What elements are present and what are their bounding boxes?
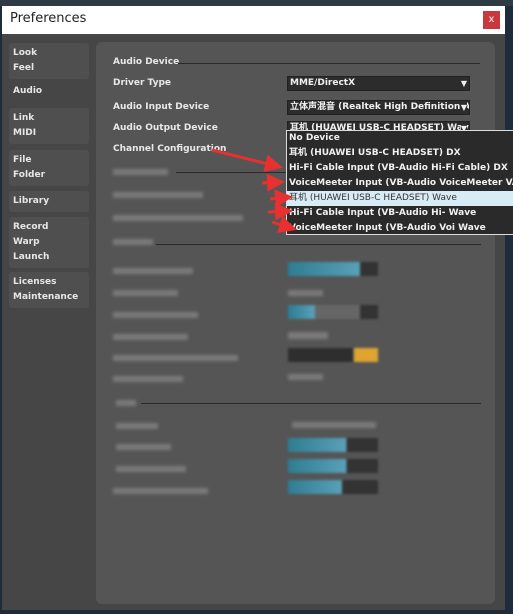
sidebar-tab-label: Folder [13, 170, 46, 180]
sidebar-tab-label: Launch [13, 252, 50, 262]
sidebar-tab-file[interactable]: File Folder [9, 150, 89, 186]
sidebar-tab-link[interactable]: Link MIDI [9, 108, 89, 144]
sidebar-tab-label: Record [13, 222, 49, 232]
redacted-label [113, 239, 153, 245]
audio-input-device-dropdown[interactable]: 立体声混音 (Realtek High Definition Au ▼ [287, 100, 470, 115]
divider [156, 244, 481, 245]
sidebar-tab-label: File [13, 155, 32, 165]
output-device-dropdown-list: No Device 耳机 (HUAWEI USB-C HEADSET) DX Hi-… [286, 130, 513, 235]
divider [141, 403, 481, 404]
redacted-label [113, 268, 193, 274]
title-bar: Preferences x [2, 6, 505, 34]
redacted-slider[interactable] [288, 438, 378, 452]
sidebar-tab-label: Feel [13, 63, 35, 73]
dropdown-value: MME/DirectX [290, 78, 356, 88]
redacted-value [288, 374, 323, 380]
sidebar-tab-record[interactable]: Record Warp Launch [9, 217, 89, 268]
sidebar-tab-licenses[interactable]: Licenses Maintenance [9, 272, 89, 308]
redacted-label [113, 290, 178, 296]
dropdown-option[interactable]: VoiceMeeter Input (VB-Audio Voi Wave [287, 221, 513, 236]
redacted-value [292, 422, 376, 428]
redacted-toggle[interactable] [354, 348, 378, 362]
redacted-label [113, 334, 188, 340]
section-title-audio-device: Audio Device [113, 57, 180, 67]
dropdown-option[interactable]: 耳机 (HUAWEI USB-C HEADSET) DX [287, 146, 513, 161]
close-button[interactable]: x [483, 11, 500, 29]
dropdown-option[interactable]: 耳机 (HUAWEI USB-C HEADSET) Wave [287, 191, 513, 206]
redacted-slider[interactable] [288, 262, 378, 276]
sidebar-tab-look[interactable]: Look Feel [9, 43, 89, 79]
sidebar-tab-label: Link [13, 113, 35, 123]
redacted-label [113, 355, 238, 361]
redacted-label [116, 423, 158, 429]
redacted-label [116, 444, 171, 450]
redacted-label [113, 169, 168, 175]
sidebar-tab-label: Library [13, 196, 50, 206]
driver-type-dropdown[interactable]: MME/DirectX ▼ [287, 76, 470, 91]
redacted-value [288, 290, 323, 296]
dropdown-option[interactable]: No Device [287, 131, 513, 146]
sidebar-tab-label: MIDI [13, 128, 37, 138]
driver-type-label: Driver Type [113, 78, 172, 88]
redacted-label [113, 312, 198, 318]
sidebar-tab-label: Licenses [13, 277, 57, 287]
redacted-value [288, 332, 328, 339]
redacted-slider[interactable] [288, 459, 378, 473]
redacted-label [113, 215, 243, 221]
dropdown-option[interactable]: VoiceMeeter Input (VB-Audio VoiceMeeter … [287, 176, 513, 191]
redacted-slider[interactable] [288, 480, 378, 494]
audio-input-device-label: Audio Input Device [113, 102, 210, 112]
window-title: Preferences [10, 11, 87, 26]
sidebar-tab-label: Warp [13, 237, 40, 247]
sidebar-tab-label: Look [13, 48, 38, 58]
dropdown-value: 立体声混音 (Realtek High Definition Au [290, 102, 470, 112]
redacted-label [116, 400, 136, 406]
audio-settings-panel: Audio Device Driver Type MME/DirectX ▼ Au… [96, 42, 495, 604]
audio-output-device-label: Audio Output Device [113, 123, 218, 133]
preferences-window: Preferences x Look Feel Audio Link MIDI File F… [2, 6, 505, 610]
sidebar-tab-library[interactable]: Library [9, 191, 89, 212]
redacted-label [113, 192, 203, 198]
redacted-label [116, 466, 186, 472]
divider [178, 63, 480, 64]
dropdown-option[interactable]: Hi-Fi Cable Input (VB-Audio Hi-Fi Cable)… [287, 161, 513, 176]
sidebar-tab-label: Audio [13, 86, 43, 96]
channel-configuration-label: Channel Configuration [113, 144, 227, 154]
redacted-slider[interactable] [288, 305, 378, 319]
redacted-field[interactable] [288, 348, 353, 362]
redacted-label [113, 376, 183, 382]
dropdown-option[interactable]: Hi-Fi Cable Input (VB-Audio Hi- Wave [287, 206, 513, 221]
redacted-label [113, 488, 208, 494]
sidebar-tab-audio[interactable]: Audio [9, 81, 89, 102]
chevron-down-icon: ▼ [460, 101, 467, 114]
sidebar-tab-label: Maintenance [13, 292, 79, 302]
chevron-down-icon: ▼ [460, 77, 467, 90]
